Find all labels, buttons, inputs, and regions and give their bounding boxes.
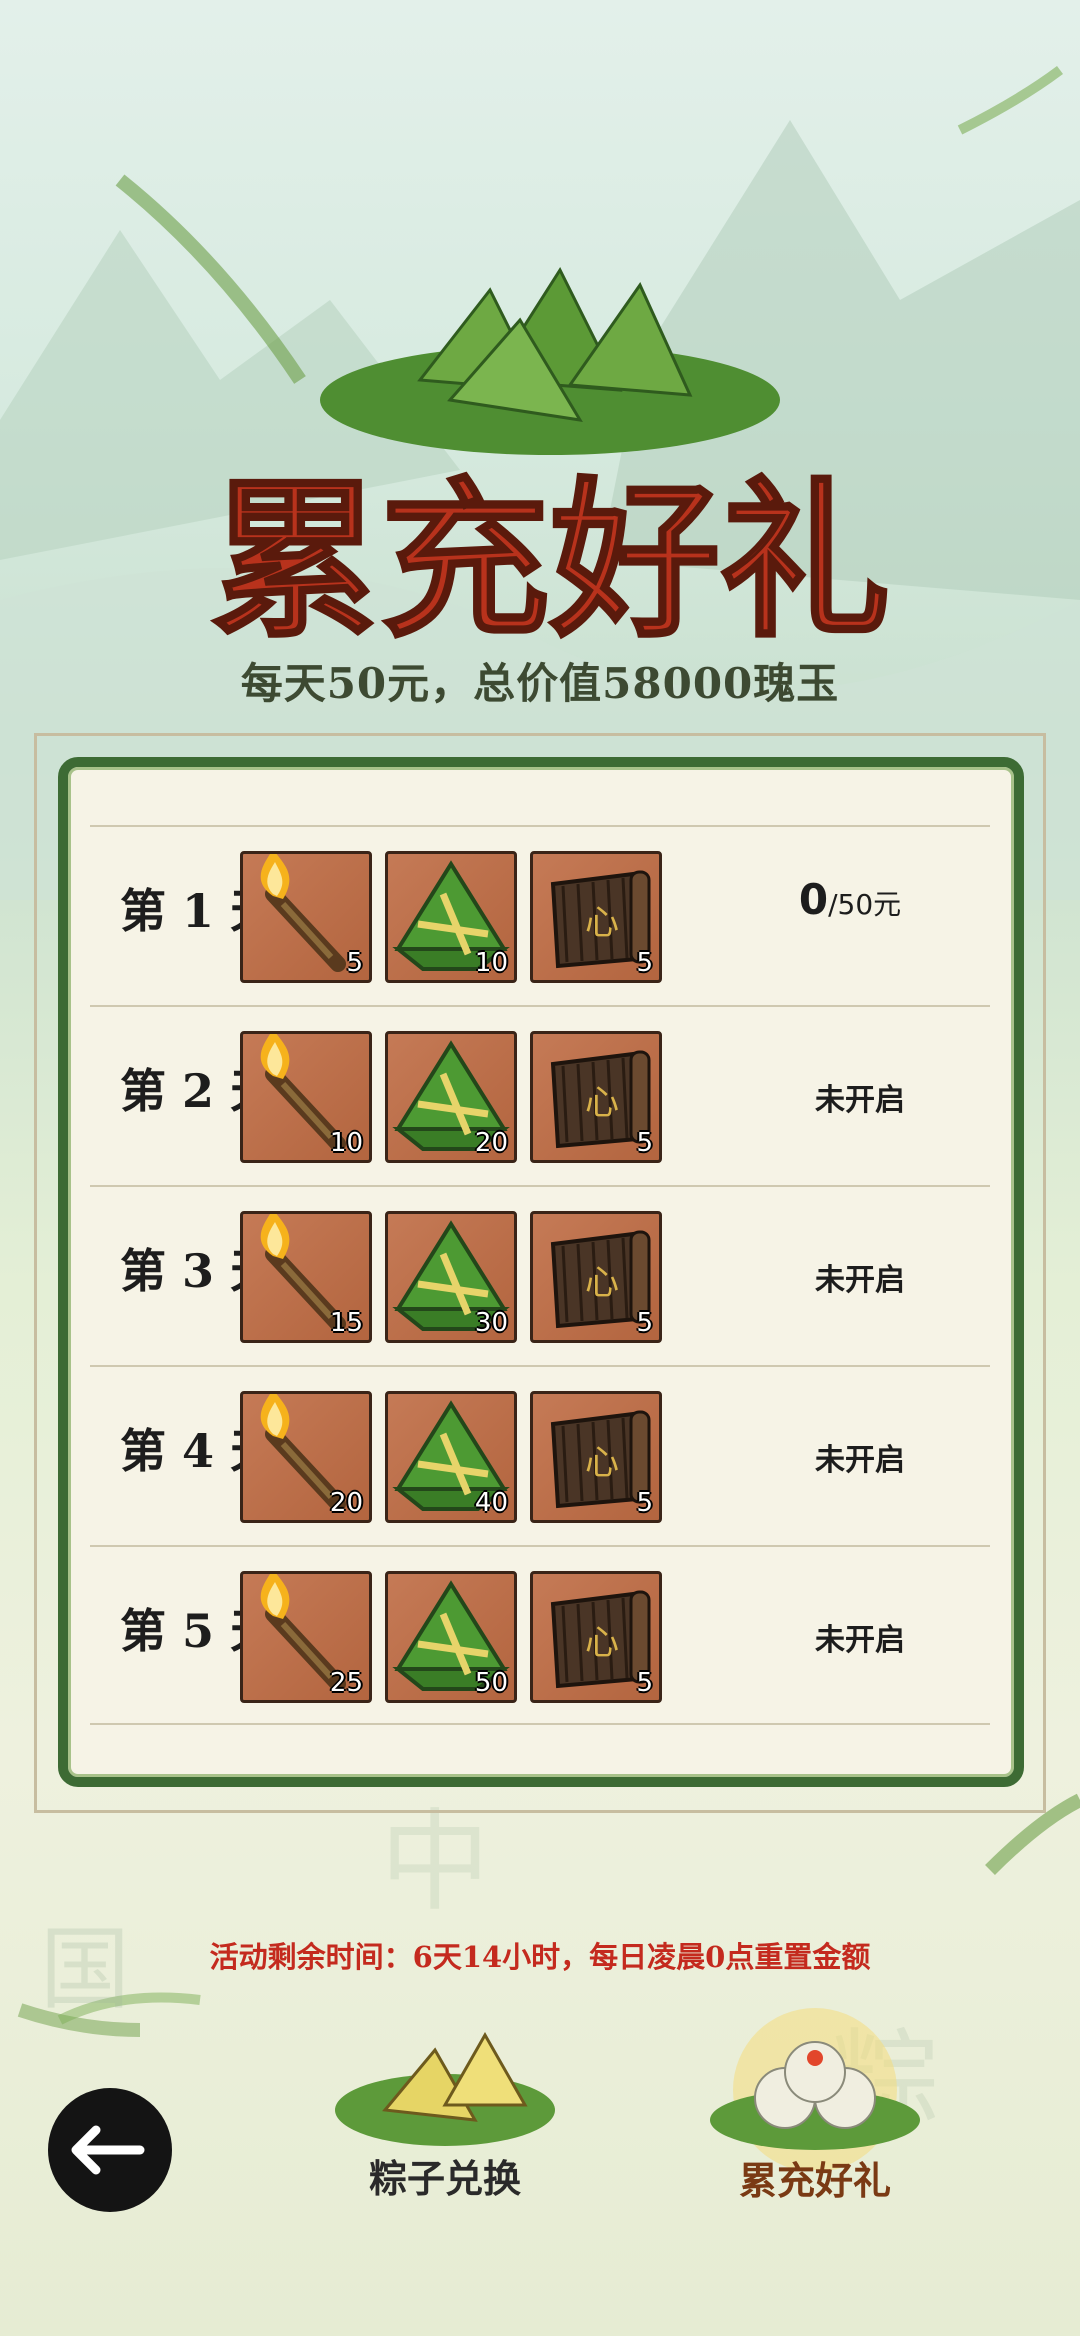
reward-item[interactable]: 5 <box>240 851 372 983</box>
svg-text:中: 中 <box>380 1798 490 1926</box>
day-row: 第 3 天 15 30 心 5 未开启 <box>90 1185 990 1365</box>
item-quantity: 5 <box>636 1488 653 1518</box>
day-status: 未开启 <box>815 1623 905 1658</box>
item-quantity: 20 <box>474 1128 508 1158</box>
day-status: 未开启 <box>815 1263 905 1298</box>
reward-item[interactable]: 40 <box>385 1391 517 1523</box>
back-button[interactable] <box>48 2088 172 2212</box>
zongzi-illustration <box>320 266 780 455</box>
reward-item[interactable]: 30 <box>385 1211 517 1343</box>
item-quantity: 50 <box>474 1668 508 1698</box>
reward-item[interactable]: 20 <box>385 1031 517 1163</box>
item-quantity: 5 <box>636 1668 653 1698</box>
event-subtitle: 每天50元，总价值58000瑰玉 <box>240 659 840 708</box>
tab-zongzi-exchange[interactable]: 粽子兑换 <box>325 2010 565 2210</box>
item-quantity: 25 <box>329 1668 363 1698</box>
day-row: 第 2 天 10 20 心 5 未开启 <box>90 1005 990 1185</box>
svg-text:心: 心 <box>585 1083 619 1123</box>
item-quantity: 20 <box>329 1488 363 1518</box>
svg-text:心: 心 <box>585 1263 619 1303</box>
reward-item[interactable]: 心5 <box>530 1391 662 1523</box>
progress-current: 0 <box>798 875 829 924</box>
day-row: 第 1 天 5 10 心 5 0/50元 <box>90 825 990 1005</box>
reward-item[interactable]: 50 <box>385 1571 517 1703</box>
reward-item[interactable]: 心5 <box>530 1571 662 1703</box>
progress-total: /50元 <box>828 888 902 921</box>
item-quantity: 10 <box>329 1128 363 1158</box>
back-arrow-icon <box>71 2125 145 2175</box>
tab-recharge-gift-label: 累充好礼 <box>738 2158 891 2203</box>
svg-text:心: 心 <box>585 903 619 943</box>
reward-item[interactable]: 10 <box>385 851 517 983</box>
day-row: 第 4 天 20 40 心 5 未开启 <box>90 1365 990 1545</box>
day-row: 第 5 天 25 50 心 5 未开启 <box>90 1545 990 1725</box>
item-quantity: 10 <box>474 948 508 978</box>
recharge-progress: 0/50元 <box>750 875 950 924</box>
reward-item[interactable]: 心5 <box>530 851 662 983</box>
svg-text:心: 心 <box>585 1443 619 1483</box>
zongzi-leaf-icon <box>335 2031 555 2146</box>
reward-item[interactable]: 25 <box>240 1571 372 1703</box>
item-quantity: 5 <box>636 1308 653 1338</box>
event-title: 累充好礼 <box>210 461 890 661</box>
item-quantity: 30 <box>474 1308 508 1338</box>
tab-zongzi-exchange-label: 粽子兑换 <box>368 2156 521 2201</box>
item-quantity: 5 <box>636 948 653 978</box>
item-quantity: 5 <box>636 1128 653 1158</box>
day-status: 未开启 <box>815 1083 905 1118</box>
reward-item[interactable]: 心5 <box>530 1031 662 1163</box>
tab-recharge-gift[interactable]: 累充好礼 <box>695 2000 935 2203</box>
title-art: 累充好礼 <box>208 266 892 663</box>
reward-item[interactable]: 10 <box>240 1031 372 1163</box>
item-quantity: 15 <box>329 1308 363 1338</box>
event-timer: 活动剩余时间：6天14小时，每日凌晨0点重置金额 <box>209 1940 871 1974</box>
item-quantity: 5 <box>346 948 363 978</box>
svg-text:心: 心 <box>585 1623 619 1663</box>
reward-item[interactable]: 心5 <box>530 1211 662 1343</box>
reward-item[interactable]: 20 <box>240 1391 372 1523</box>
tangyuan-icon <box>710 2008 920 2172</box>
day-status: 未开启 <box>815 1443 905 1478</box>
reward-item[interactable]: 15 <box>240 1211 372 1343</box>
item-quantity: 40 <box>474 1488 508 1518</box>
